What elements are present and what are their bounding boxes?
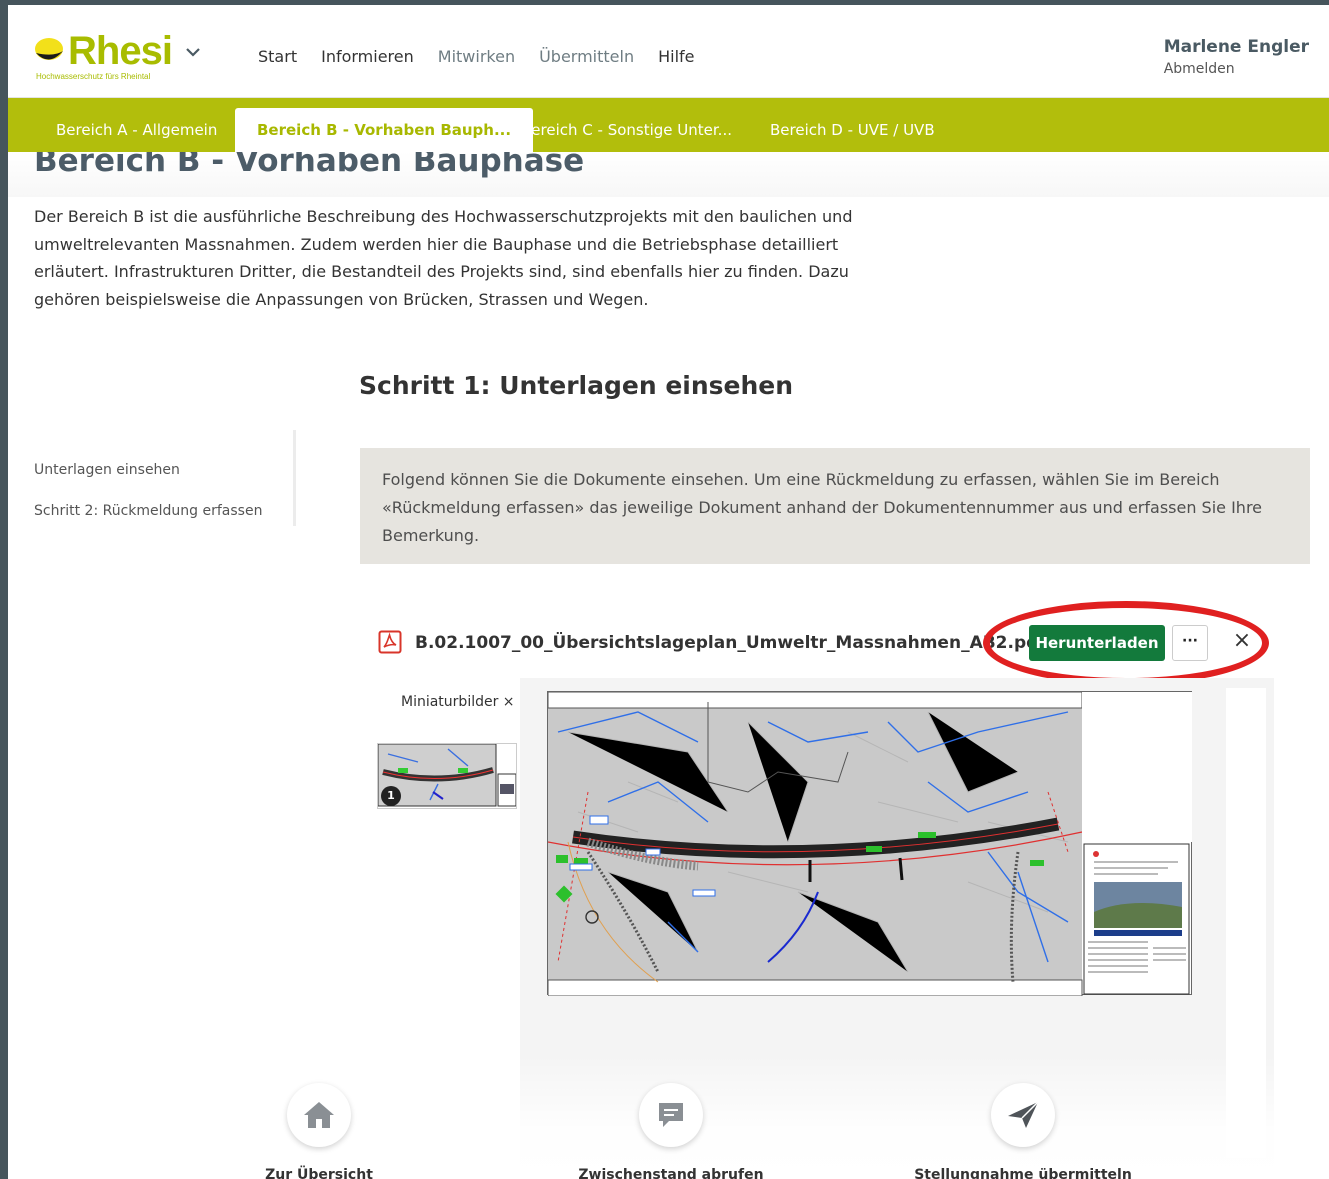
user-name: Marlene Engler (1163, 37, 1309, 57)
submit-statement-label: Stellungnahme übermitteln (914, 1167, 1132, 1179)
pdf-page-map (547, 691, 1192, 997)
sidenav-item-unterlagen[interactable]: Unterlagen einsehen (34, 462, 180, 478)
overview-action[interactable]: Zur Übersicht (209, 1083, 429, 1179)
logo-mark-icon (35, 38, 63, 60)
info-box: Folgend können Sie die Dokumente einsehe… (360, 448, 1310, 564)
tab-bereich-a[interactable]: Bereich A - Allgemein (56, 108, 217, 152)
nav-informieren[interactable]: Informieren (321, 47, 414, 66)
fetch-draft-label: Zwischenstand abrufen (578, 1167, 764, 1179)
home-icon (304, 1102, 334, 1128)
tab-bereich-b[interactable]: Bereich B - Vorhaben Bauph... (235, 108, 534, 152)
page-thumbnail[interactable]: 1 (377, 743, 517, 809)
chevron-down-icon[interactable] (184, 43, 202, 61)
main-navigation: Start Informieren Mitwirken Übermitteln … (258, 47, 695, 66)
annotation-highlight-ring (983, 601, 1269, 685)
send-icon (1008, 1101, 1039, 1128)
logo-text: Rhesi (68, 29, 173, 73)
step-title: Schritt 1: Unterlagen einsehen (359, 371, 794, 400)
nav-uebermitteln[interactable]: Übermitteln (539, 47, 634, 66)
overview-label: Zur Übersicht (265, 1167, 373, 1179)
action-circle-overview (287, 1083, 351, 1147)
tab-bereich-c[interactable]: Bereich C - Sonstige Unter... (521, 108, 732, 152)
pdf-file-icon (378, 630, 402, 654)
thumbnail-page-number: 1 (381, 786, 401, 806)
submit-statement-action[interactable]: Stellungnahme übermitteln (913, 1083, 1133, 1179)
fetch-draft-action[interactable]: Zwischenstand abrufen (561, 1083, 781, 1179)
tab-bereich-d[interactable]: Bereich D - UVE / UVB (770, 108, 935, 152)
nav-start[interactable]: Start (258, 47, 297, 66)
thumbnails-toggle[interactable]: Miniaturbilder × (401, 694, 515, 710)
logo-tagline: Hochwasserschutz fürs Rheintal (36, 72, 151, 81)
step-sidenav: Unterlagen einsehen Schritt 2: Rückmeldu… (34, 430, 296, 526)
comment-icon (659, 1103, 683, 1127)
action-circle-draft (639, 1083, 703, 1147)
user-menu: Marlene Engler Abmelden (1164, 37, 1309, 77)
action-circle-submit (991, 1083, 1055, 1147)
nav-hilfe[interactable]: Hilfe (658, 47, 694, 66)
browser-page: Rhesi Hochwasserschutz fürs Rheintal Sta… (8, 5, 1329, 1179)
nav-mitwirken[interactable]: Mitwirken (438, 47, 515, 66)
section-tabs: Bereich A - Allgemein Bereich B - Vorhab… (8, 98, 1329, 152)
page-intro: Der Bereich B ist die ausführliche Besch… (34, 207, 853, 309)
logout-link[interactable]: Abmelden (1164, 61, 1309, 77)
document-filename: B.02.1007_00_Übersichtslageplan_Umweltr_… (415, 633, 1046, 653)
sidenav-item-rueckmeldung[interactable]: Schritt 2: Rückmeldung erfassen (34, 503, 262, 519)
site-plan-map-image (547, 691, 1192, 997)
top-header: Rhesi Hochwasserschutz fürs Rheintal Sta… (8, 5, 1329, 98)
